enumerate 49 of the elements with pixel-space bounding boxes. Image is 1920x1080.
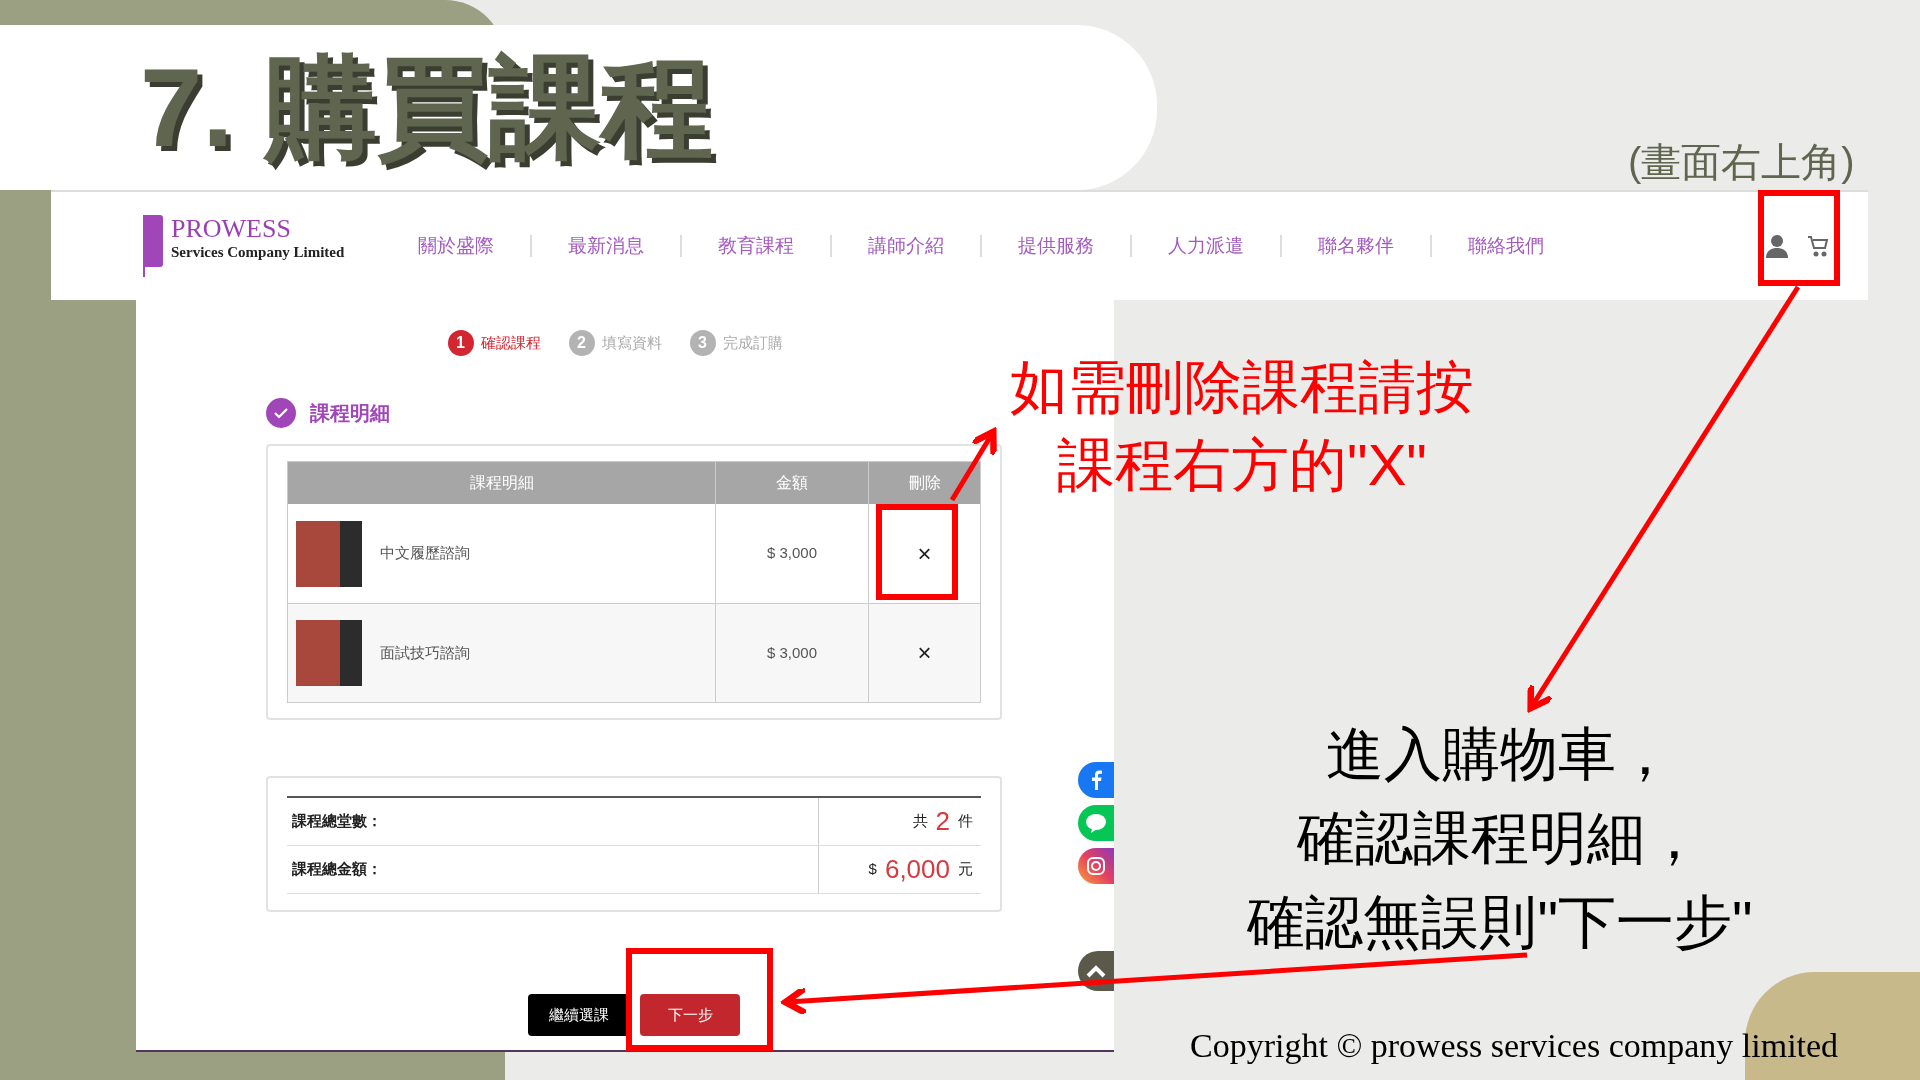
step-label: 完成訂購 (722, 332, 783, 353)
nav-link[interactable]: 人力派遣 (1132, 231, 1281, 261)
delete-button[interactable]: × (917, 541, 932, 566)
column-header: 課程明細 (468, 473, 535, 493)
logo-tagline: Services Company Limited (171, 243, 345, 261)
logo-name: PROWESS (171, 215, 292, 243)
nav-link[interactable]: 講師介紹 (832, 231, 981, 261)
nav-link[interactable]: 聯絡我們 (1432, 231, 1581, 261)
next-button[interactable]: 下一步 (640, 994, 740, 1036)
course-name: 中文履歷諮詢 (380, 543, 470, 564)
value-prefix: 共 (912, 811, 928, 832)
logo-mark (145, 215, 163, 267)
cart-icon[interactable] (1806, 234, 1830, 258)
section-title: 課程明細 (310, 401, 390, 426)
instruction-text: 進入購物車， (1326, 720, 1674, 788)
course-price: $ 3,000 (715, 604, 868, 702)
position-note: (畫面右上角) (1628, 139, 1855, 186)
step-number: 2 (568, 330, 595, 356)
user-icon[interactable] (1766, 234, 1788, 258)
value-number: 6,000 (884, 853, 950, 886)
course-name: 面試技巧諮詢 (380, 642, 470, 663)
summary-label: 課程總堂數： (291, 811, 383, 832)
value-number: 2 (935, 805, 950, 838)
copyright-text: Copyright © prowess services company limited (1190, 1026, 1839, 1066)
course-thumbnail (296, 620, 362, 686)
check-circle-icon (266, 398, 296, 428)
facebook-icon[interactable] (1078, 762, 1114, 798)
instagram-icon[interactable] (1078, 848, 1114, 884)
callout-text: 課程右方的"X" (1057, 431, 1427, 499)
step-number: 3 (689, 330, 716, 356)
slide-title: 7. 購買課程 (140, 51, 713, 164)
step-label: 填寫資料 (601, 332, 662, 353)
callout-text: 如需刪除課程請按 (1010, 353, 1474, 421)
delete-button[interactable]: × (917, 641, 932, 665)
summary-label: 課程總金額： (291, 859, 383, 880)
step-number: 1 (447, 330, 474, 356)
nav-link[interactable]: 提供服務 (982, 231, 1131, 261)
course-thumbnail (296, 520, 362, 587)
nav-link[interactable]: 教育課程 (682, 231, 831, 261)
value-prefix: $ (868, 859, 877, 880)
nav-link[interactable]: 聯名夥伴 (1282, 231, 1431, 261)
value-unit: 元 (958, 859, 973, 880)
nav-link[interactable]: 最新消息 (532, 231, 681, 261)
instruction-text: 確認課程明細， (1297, 804, 1703, 872)
value-unit: 件 (958, 811, 973, 832)
instruction-text: 確認無誤則"下一步" (1247, 888, 1753, 956)
step-label: 確認課程 (480, 332, 541, 353)
site-logo[interactable]: PROWESS Services Company Limited (143, 215, 345, 277)
nav-link[interactable]: 關於盛際 (382, 231, 531, 261)
